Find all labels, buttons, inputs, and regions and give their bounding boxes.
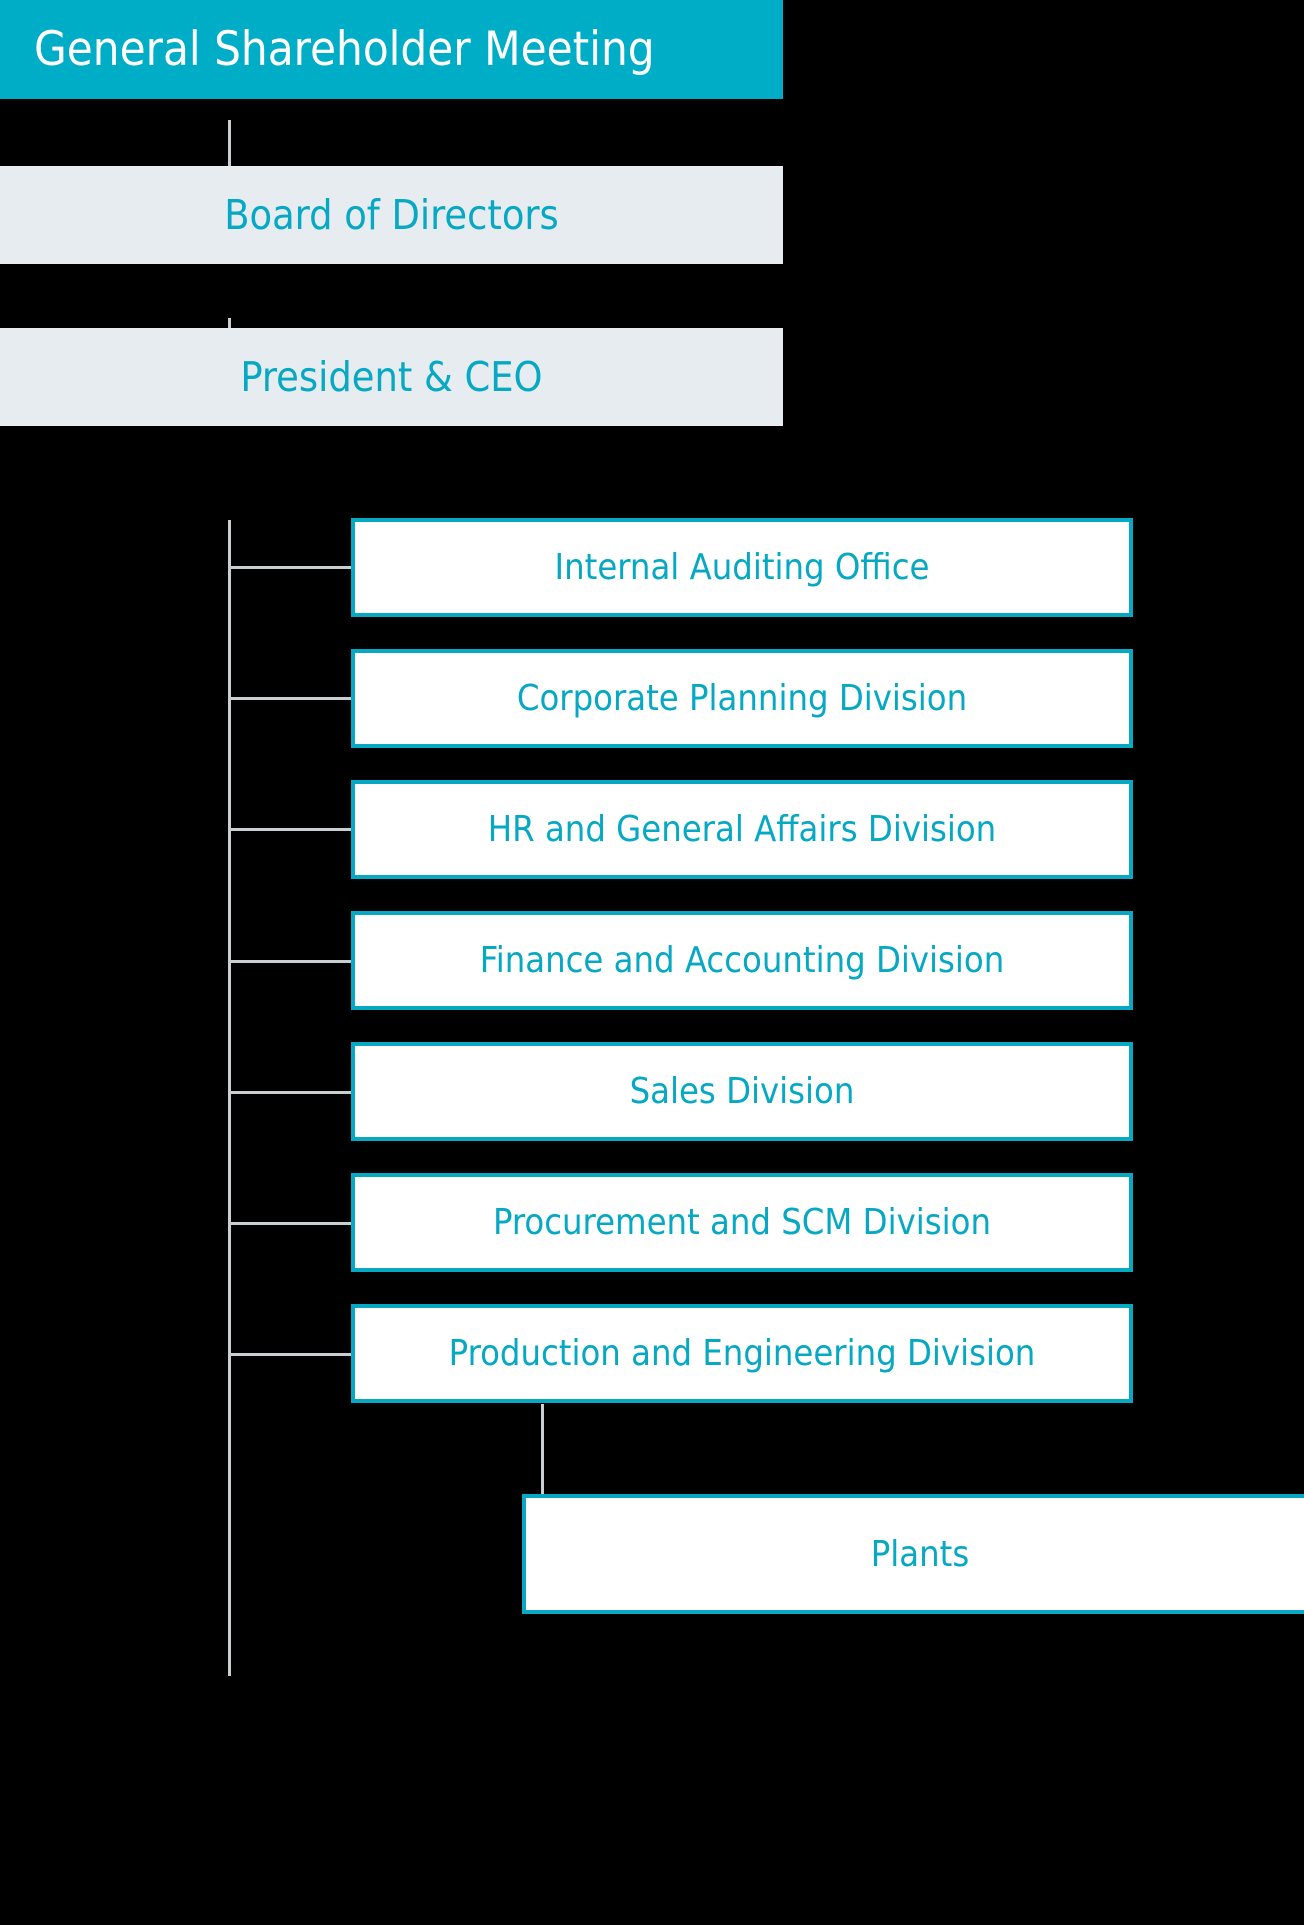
- node-plants[interactable]: Plants: [522, 1494, 1304, 1614]
- node-label-finance-and-accounting-division: Finance and Accounting Division: [479, 939, 1005, 981]
- node-label-sales-division: Sales Division: [629, 1070, 855, 1112]
- node-corporate-planning-division[interactable]: Corporate Planning Division: [351, 649, 1133, 748]
- node-label-internal-auditing-office: Internal Auditing Office: [554, 546, 930, 588]
- connector-stub-corporate-planning: [228, 697, 354, 700]
- connector-production-to-plants: [541, 1404, 544, 1494]
- node-hr-and-general-affairs-division[interactable]: HR and General Affairs Division: [351, 780, 1133, 879]
- node-label-plants: Plants: [870, 1533, 970, 1575]
- org-chart: General Shareholder Meeting Board of Dir…: [0, 0, 1304, 1925]
- node-general-shareholder-meeting[interactable]: General Shareholder Meeting: [0, 0, 783, 99]
- node-label-general-shareholder-meeting: General Shareholder Meeting: [34, 22, 655, 77]
- node-label-procurement-and-scm-division: Procurement and SCM Division: [493, 1201, 991, 1243]
- node-president-ceo[interactable]: President & CEO: [0, 328, 783, 426]
- connector-president-trunk: [228, 520, 231, 1676]
- node-label-production-and-engineering-division: Production and Engineering Division: [448, 1332, 1036, 1374]
- node-finance-and-accounting-division[interactable]: Finance and Accounting Division: [351, 911, 1133, 1010]
- connector-stub-procurement-scm: [228, 1222, 354, 1225]
- connector-stub-hr-general-affairs: [228, 828, 354, 831]
- node-label-president-ceo: President & CEO: [240, 353, 543, 401]
- connector-stub-sales: [228, 1091, 354, 1094]
- node-label-board-of-directors: Board of Directors: [224, 191, 559, 239]
- node-board-of-directors[interactable]: Board of Directors: [0, 166, 783, 264]
- connector-stub-production-engineering: [228, 1353, 354, 1356]
- node-production-and-engineering-division[interactable]: Production and Engineering Division: [351, 1304, 1133, 1403]
- node-procurement-and-scm-division[interactable]: Procurement and SCM Division: [351, 1173, 1133, 1272]
- connector-stub-internal-auditing: [228, 566, 354, 569]
- connector-stub-finance-accounting: [228, 960, 354, 963]
- node-label-hr-and-general-affairs-division: HR and General Affairs Division: [487, 808, 997, 850]
- node-sales-division[interactable]: Sales Division: [351, 1042, 1133, 1141]
- node-internal-auditing-office[interactable]: Internal Auditing Office: [351, 518, 1133, 617]
- node-label-corporate-planning-division: Corporate Planning Division: [516, 677, 968, 719]
